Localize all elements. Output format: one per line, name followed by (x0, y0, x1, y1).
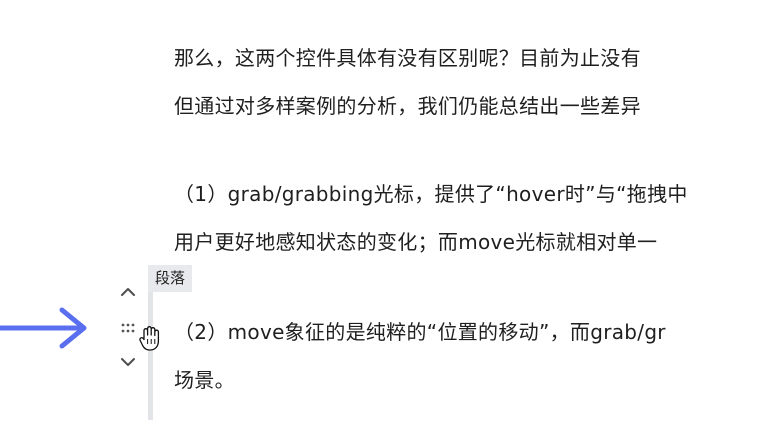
paragraph-1-line-1: 那么，这两个控件具体有没有区别呢？目前为止没有 (174, 46, 641, 70)
chevron-down-icon[interactable] (116, 350, 140, 374)
paragraph-2-line-1: （1）grab/grabbing光标，提供了“hover时”与“拖拽中 (174, 182, 688, 206)
block-type-label: 段落 (148, 265, 193, 292)
drag-handle-dots-icon[interactable] (116, 316, 140, 340)
paragraph-3-line-2: 场景。 (174, 368, 235, 392)
right-arrow-icon (0, 307, 87, 349)
chevron-up-icon[interactable] (116, 280, 140, 304)
paragraph-1-line-2: 但通过对多样案例的分析，我们仍能总结出一些差异 (174, 94, 641, 118)
grab-hand-cursor-icon (139, 326, 160, 351)
paragraph-3-line-1: （2）move象征的是纯粹的“位置的移动”，而grab/gr (174, 320, 666, 344)
paragraph-2-line-2: 用户更好地感知状态的变化；而move光标就相对单一 (174, 230, 658, 254)
